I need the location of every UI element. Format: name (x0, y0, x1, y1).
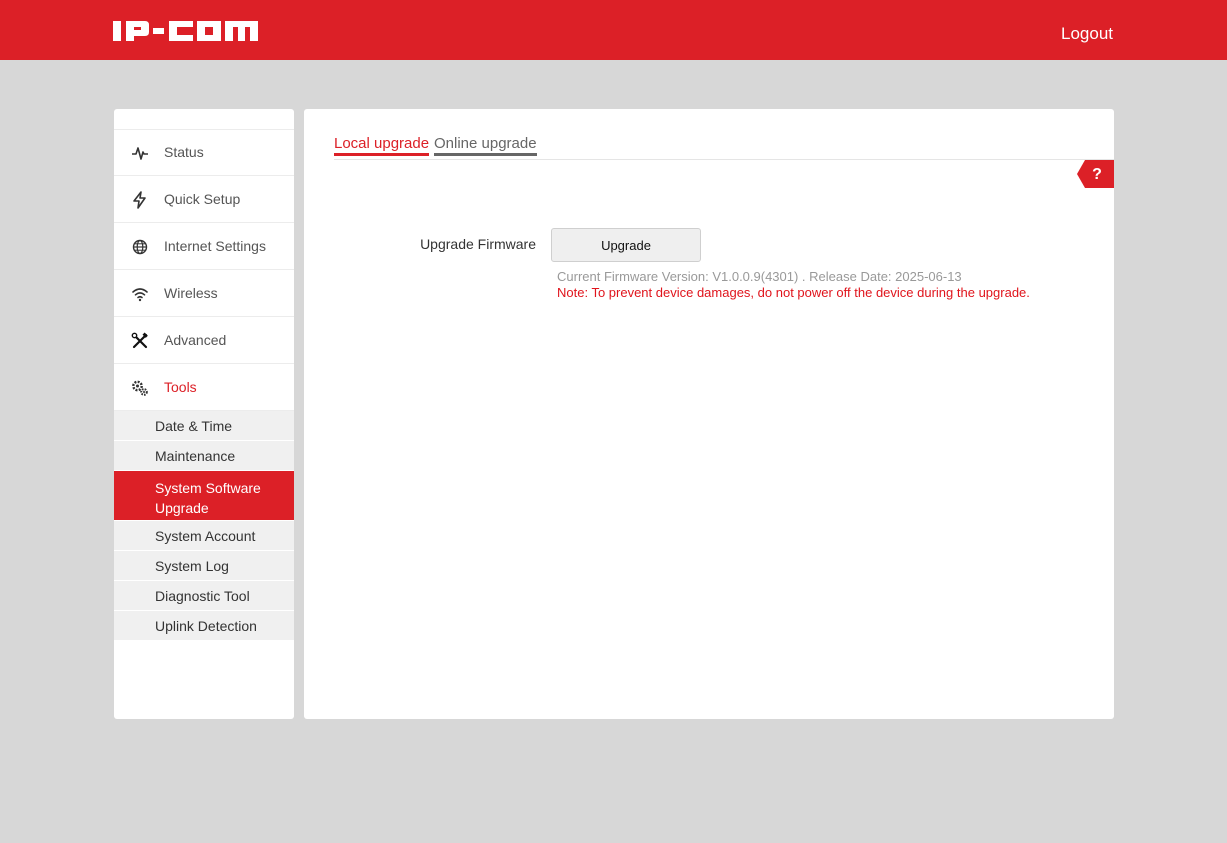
sidebar-item-label: Tools (164, 379, 197, 395)
submenu-item-diagnostic-tool[interactable]: Diagnostic Tool (114, 581, 294, 611)
submenu-item-system-log[interactable]: System Log (114, 551, 294, 581)
upgrade-button[interactable]: Upgrade (551, 228, 701, 262)
logout-link[interactable]: Logout (1061, 24, 1113, 44)
upgrade-warning-note: Note: To prevent device damages, do not … (557, 285, 1030, 300)
tab-online-upgrade[interactable]: Online upgrade (434, 135, 537, 156)
submenu-item-system-account[interactable]: System Account (114, 521, 294, 551)
submenu-item-label: Date & Time (155, 418, 233, 434)
submenu-item-system-software-upgrade[interactable]: System Software Upgrade (114, 471, 294, 521)
sidebar-item-label: Internet Settings (164, 238, 266, 254)
wifi-icon (132, 288, 148, 302)
submenu-item-label: Maintenance (155, 448, 236, 464)
sidebar-nav: Status Quick Setup Internet Settings Wir… (114, 109, 294, 719)
submenu-item-label: System Software Upgrade (155, 480, 261, 516)
help-label: ? (1092, 166, 1102, 183)
sidebar-item-label: Advanced (164, 332, 227, 348)
main-content-panel: Local upgrade Online upgrade ? Upgrade F… (304, 109, 1114, 719)
submenu-item-label: Uplink Detection (155, 618, 257, 634)
sidebar-item-status[interactable]: Status (114, 130, 294, 176)
sidebar-item-label: Quick Setup (164, 191, 241, 207)
tabs-divider (334, 159, 1114, 160)
sidebar-item-label: Wireless (164, 285, 218, 301)
upgrade-firmware-label: Upgrade Firmware (420, 236, 536, 252)
firmware-version-info: Current Firmware Version: V1.0.0.9(4301)… (557, 269, 962, 284)
top-header: Logout (0, 0, 1227, 60)
lightning-icon (133, 191, 146, 209)
globe-icon (132, 239, 148, 255)
sidebar-item-wireless[interactable]: Wireless (114, 271, 294, 317)
sidebar-item-label: Status (164, 144, 204, 160)
sidebar-item-advanced[interactable]: Advanced (114, 318, 294, 364)
gears-icon (132, 380, 148, 396)
sidebar-item-quick-setup[interactable]: Quick Setup (114, 177, 294, 223)
submenu-item-maintenance[interactable]: Maintenance (114, 441, 294, 471)
ip-com-logo (113, 21, 258, 41)
tools-icon (131, 332, 148, 349)
submenu-item-label: System Account (155, 528, 256, 544)
pulse-icon (132, 147, 148, 160)
submenu-item-date-time[interactable]: Date & Time (114, 411, 294, 441)
submenu-item-label: Diagnostic Tool (155, 588, 250, 604)
submenu-item-uplink-detection[interactable]: Uplink Detection (114, 611, 294, 641)
help-icon[interactable]: ? (1077, 160, 1114, 188)
tab-local-upgrade[interactable]: Local upgrade (334, 135, 430, 156)
submenu-item-label: System Log (155, 558, 229, 574)
sidebar-item-internet-settings[interactable]: Internet Settings (114, 224, 294, 270)
sidebar-item-tools[interactable]: Tools (114, 365, 294, 411)
